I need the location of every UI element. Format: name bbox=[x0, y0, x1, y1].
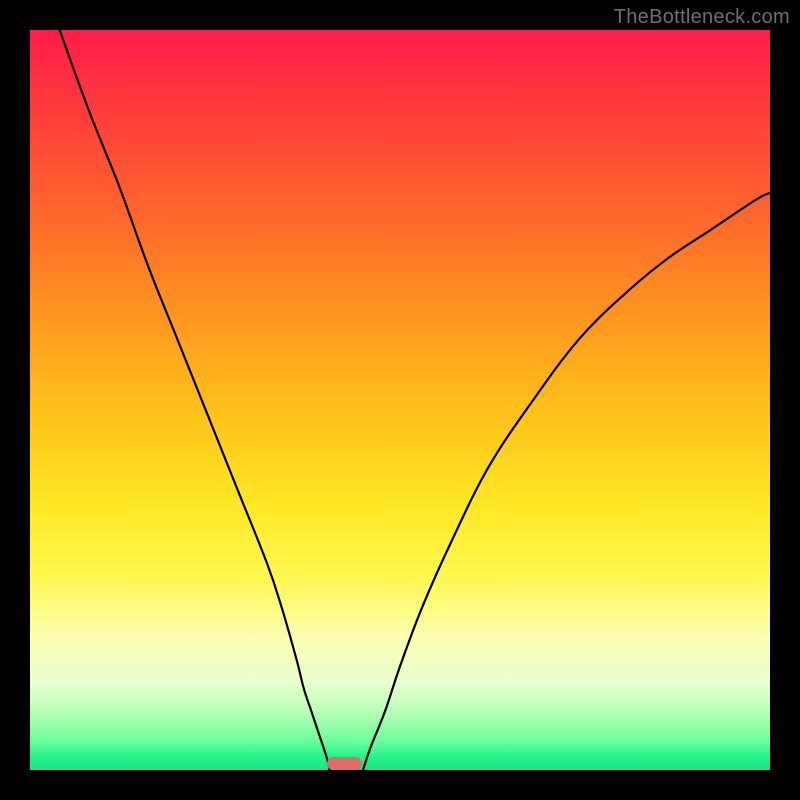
watermark-text: TheBottleneck.com bbox=[614, 6, 790, 29]
curves-svg bbox=[30, 30, 770, 770]
right-branch-curve bbox=[363, 193, 770, 770]
left-branch-curve bbox=[60, 30, 330, 770]
plot-area bbox=[30, 30, 770, 770]
chart-container: TheBottleneck.com bbox=[0, 0, 800, 800]
min-marker-pill bbox=[327, 757, 362, 770]
